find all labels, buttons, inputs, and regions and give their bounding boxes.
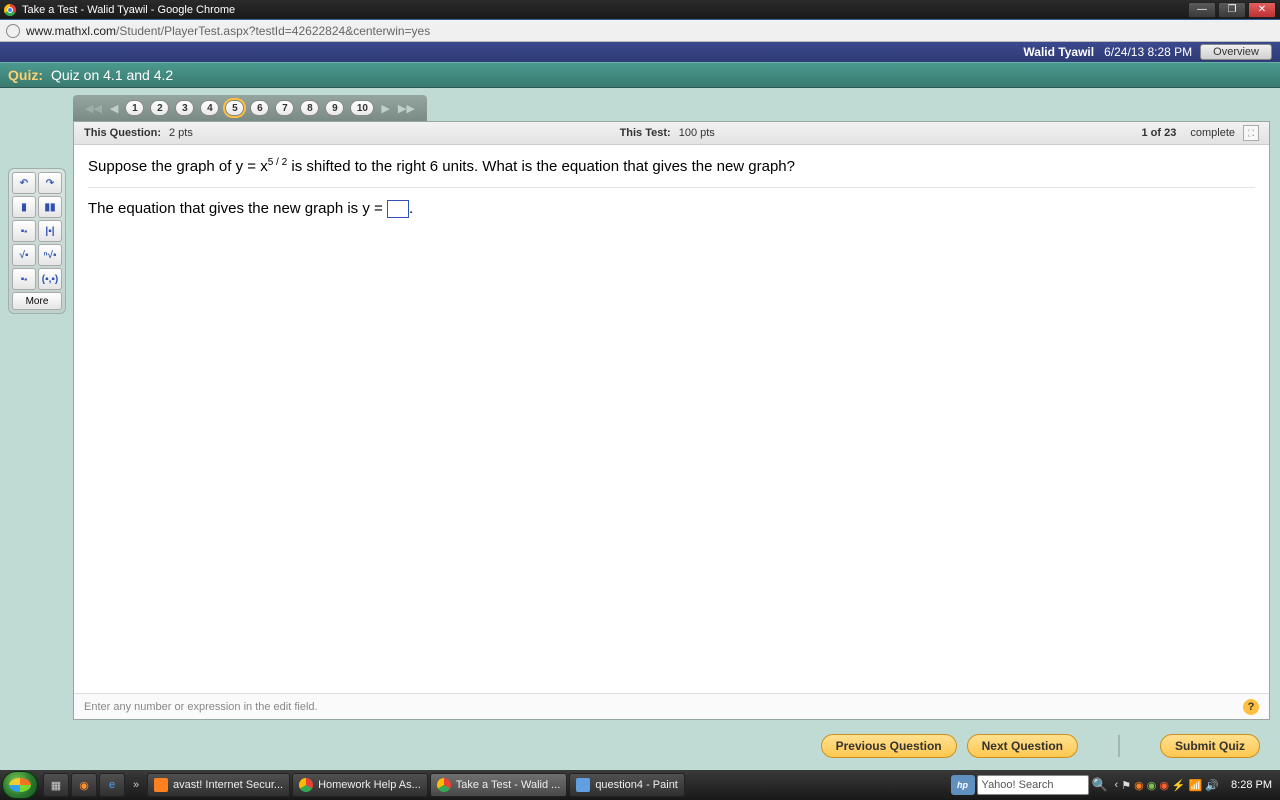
sqrt-button[interactable]: √▪	[12, 244, 36, 266]
answer-input[interactable]	[387, 200, 409, 218]
submit-quiz-button[interactable]: Submit Quiz	[1160, 734, 1260, 758]
quiz-title: Quiz on 4.1 and 4.2	[51, 67, 173, 83]
task-homework[interactable]: Homework Help As...	[292, 773, 428, 797]
chrome-icon	[4, 4, 16, 16]
answer-lead: The equation that gives the new graph is…	[88, 200, 387, 217]
qnum-5[interactable]: 5	[225, 100, 244, 116]
tray-wifi-icon[interactable]: 📶	[1189, 779, 1203, 792]
system-tray: hp Yahoo! Search 🔍 ‹ ⚑ ◉ ◉ ◉ ⚡ 📶 🔊 8:28 …	[951, 775, 1278, 795]
question-panel: This Question: 2 pts This Test: 100 pts …	[73, 121, 1270, 720]
math-toolbar: ↶ ↷ ▮ ▮▮ ▪▪ |▪| √▪ ⁿ√▪ ▪▪ (▪,▪) More	[8, 168, 66, 314]
footer-hint: Enter any number or expression in the ed…	[84, 701, 318, 713]
nav-last-icon[interactable]: ▶▶	[394, 102, 419, 115]
yahoo-search-input[interactable]: Yahoo! Search	[977, 775, 1089, 795]
tray-av-icon[interactable]: ◉	[1159, 779, 1169, 792]
prompt-exponent: 5 / 2	[268, 157, 287, 168]
start-button[interactable]	[2, 771, 38, 799]
task-avast[interactable]: avast! Internet Secur...	[147, 773, 290, 797]
help-icon[interactable]: ?	[1243, 699, 1259, 715]
progress-count: 1 of 23	[1142, 127, 1177, 139]
question-body: Suppose the graph of y = x5 / 2 is shift…	[74, 145, 1269, 230]
fraction-button[interactable]: ▮	[12, 196, 36, 218]
expand-icon[interactable]: ⛶	[1243, 125, 1259, 141]
globe-icon	[6, 24, 20, 38]
hp-logo-icon[interactable]: hp	[951, 775, 975, 795]
user-name: Walid Tyawil	[1023, 45, 1094, 59]
tray-chevron-icon[interactable]: ‹	[1115, 779, 1119, 791]
tray-shield-icon[interactable]: ◉	[1134, 779, 1144, 792]
prompt-text-a: Suppose the graph of y = x	[88, 158, 268, 175]
question-nav: ◀◀ ◀ 1 2 3 4 5 6 7 8 9 10 ▶ ▶▶	[73, 95, 427, 121]
answer-tail: .	[409, 200, 413, 217]
nth-root-button[interactable]: ⁿ√▪	[38, 244, 62, 266]
chrome-titlebar: Take a Test - Walid Tyawil - Google Chro…	[0, 0, 1280, 20]
more-button[interactable]: More	[12, 292, 62, 310]
qnum-8[interactable]: 8	[300, 100, 319, 116]
tray-power-icon[interactable]: ⚡	[1172, 779, 1186, 792]
explorer-icon[interactable]: ▦	[43, 773, 69, 797]
nav-prev-icon[interactable]: ◀	[106, 102, 122, 115]
tray-network-icon[interactable]: ◉	[1147, 779, 1157, 792]
qnum-6[interactable]: 6	[250, 100, 269, 116]
search-icon[interactable]: 🔍	[1091, 775, 1109, 795]
qnum-3[interactable]: 3	[175, 100, 194, 116]
windows-taskbar: ▦ ◉ e » avast! Internet Secur... Homewor…	[0, 770, 1280, 800]
ie-icon[interactable]: e	[99, 773, 125, 797]
question-header: This Question: 2 pts This Test: 100 pts …	[74, 122, 1269, 145]
undo-button[interactable]: ↶	[12, 172, 36, 194]
nav-first-icon[interactable]: ◀◀	[81, 102, 106, 115]
tray-icons[interactable]: ‹ ⚑ ◉ ◉ ◉ ⚡ 📶 🔊	[1111, 779, 1223, 792]
complete-label: complete	[1190, 127, 1235, 139]
this-question-pts: 2 pts	[169, 127, 193, 139]
qnum-4[interactable]: 4	[200, 100, 219, 116]
minimize-button[interactable]: —	[1188, 2, 1216, 18]
window-title: Take a Test - Walid Tyawil - Google Chro…	[22, 4, 235, 16]
taskbar-chevron-icon[interactable]: »	[127, 773, 145, 797]
prompt-text-b: is shifted to the right 6 units. What is…	[287, 158, 795, 175]
qnum-1[interactable]: 1	[125, 100, 144, 116]
overview-button[interactable]: Overview	[1200, 44, 1272, 60]
quiz-label: Quiz:	[8, 67, 43, 83]
subscript-button[interactable]: ▪▪	[12, 268, 36, 290]
quiz-bar: Quiz: Quiz on 4.1 and 4.2	[0, 62, 1280, 88]
question-prompt: Suppose the graph of y = x5 / 2 is shift…	[88, 157, 1255, 188]
tray-volume-icon[interactable]: 🔊	[1205, 779, 1219, 792]
task-paint[interactable]: question4 - Paint	[569, 773, 685, 797]
this-test-pts: 100 pts	[679, 127, 715, 139]
button-divider	[1118, 735, 1120, 757]
wmp-icon[interactable]: ◉	[71, 773, 97, 797]
task-take-test[interactable]: Take a Test - Walid ...	[430, 773, 568, 797]
content-area: ↶ ↷ ▮ ▮▮ ▪▪ |▪| √▪ ⁿ√▪ ▪▪ (▪,▪) More ◀◀ …	[0, 88, 1280, 770]
qnum-10[interactable]: 10	[350, 100, 374, 116]
url-bar[interactable]: www.mathxl.com/Student/PlayerTest.aspx?t…	[0, 20, 1280, 42]
bottom-buttons: Previous Question Next Question Submit Q…	[821, 734, 1260, 758]
exponent-button[interactable]: ▪▪	[12, 220, 36, 242]
tray-flag-icon[interactable]: ⚑	[1121, 779, 1131, 792]
this-test-label: This Test:	[620, 127, 671, 139]
interval-button[interactable]: (▪,▪)	[38, 268, 62, 290]
previous-question-button[interactable]: Previous Question	[821, 734, 957, 758]
qnum-9[interactable]: 9	[325, 100, 344, 116]
qnum-7[interactable]: 7	[275, 100, 294, 116]
qnum-2[interactable]: 2	[150, 100, 169, 116]
close-button[interactable]: ✕	[1248, 2, 1276, 18]
tray-clock[interactable]: 8:28 PM	[1225, 779, 1278, 791]
user-bar: Walid Tyawil 6/24/13 8:28 PM Overview	[0, 42, 1280, 62]
answer-line: The equation that gives the new graph is…	[88, 200, 1255, 218]
question-nav-wrap: ◀◀ ◀ 1 2 3 4 5 6 7 8 9 10 ▶ ▶▶	[73, 95, 1280, 121]
question-footer: Enter any number or expression in the ed…	[74, 693, 1269, 719]
this-question-label: This Question:	[84, 127, 161, 139]
abs-button[interactable]: |▪|	[38, 220, 62, 242]
next-question-button[interactable]: Next Question	[967, 734, 1078, 758]
nav-next-icon[interactable]: ▶	[377, 102, 393, 115]
maximize-button[interactable]: ❐	[1218, 2, 1246, 18]
user-datetime: 6/24/13 8:28 PM	[1104, 45, 1192, 59]
redo-button[interactable]: ↷	[38, 172, 62, 194]
url-domain: www.mathxl.com	[26, 24, 116, 38]
window-controls: — ❐ ✕	[1186, 2, 1276, 18]
mixed-fraction-button[interactable]: ▮▮	[38, 196, 62, 218]
url-path: /Student/PlayerTest.aspx?testId=42622824…	[116, 24, 430, 38]
